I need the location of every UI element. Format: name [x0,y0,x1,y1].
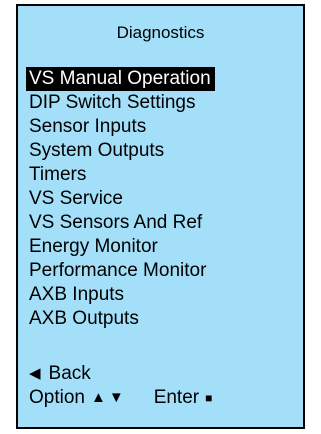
back-control[interactable]: ◀ Back [29,362,212,386]
enter-label: Enter [153,387,200,408]
screen-title: Diagnostics [116,23,205,42]
menu-item-energy-monitor[interactable]: Energy Monitor [26,236,162,257]
menu-item-axb-outputs[interactable]: AXB Outputs [26,308,143,329]
footer-controls: ◀ Back Option ▲▼ Enter ■ [29,362,212,410]
option-label: Option [29,387,85,408]
up-down-arrows-icon[interactable]: ▲▼ [91,386,127,410]
diagnostics-screen: Diagnostics VS Manual Operation DIP Swit… [16,4,305,429]
back-label: Back [48,363,91,384]
menu-item-dip-switch-settings[interactable]: DIP Switch Settings [26,92,200,113]
menu-item-system-outputs[interactable]: System Outputs [26,140,168,161]
back-arrow-icon: ◀ [29,365,41,382]
menu-item-vs-sensors-and-ref[interactable]: VS Sensors And Ref [26,212,206,233]
menu-item-axb-inputs[interactable]: AXB Inputs [26,284,128,305]
diagnostics-menu: VS Manual Operation DIP Switch Settings … [26,67,215,331]
enter-square-icon[interactable]: ■ [205,386,212,410]
menu-item-sensor-inputs[interactable]: Sensor Inputs [26,116,150,137]
menu-item-vs-manual-operation[interactable]: VS Manual Operation [26,67,215,91]
menu-item-vs-service[interactable]: VS Service [26,188,127,209]
option-enter-row: Option ▲▼ Enter ■ [29,386,212,410]
menu-item-timers[interactable]: Timers [26,164,90,185]
menu-item-performance-monitor[interactable]: Performance Monitor [26,260,210,281]
